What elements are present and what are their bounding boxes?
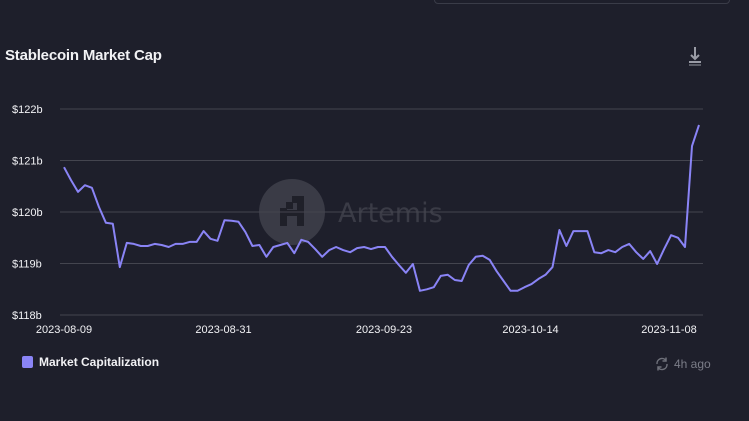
- updated-text: 4h ago: [674, 357, 711, 371]
- legend-item-market-cap[interactable]: Market Capitalization: [22, 355, 159, 369]
- refresh-icon[interactable]: [654, 356, 670, 372]
- x-tick-label: 2023-08-09: [36, 324, 92, 336]
- legend-label: Market Capitalization: [39, 355, 160, 369]
- x-tick-label: 2023-11-08: [641, 324, 696, 336]
- last-updated: 4h ago: [654, 356, 711, 372]
- y-tick-label: $122b: [12, 104, 43, 116]
- y-tick-label: $118b: [12, 310, 42, 322]
- y-tick-label: $119b: [12, 259, 42, 271]
- x-tick-label: 2023-08-31: [195, 324, 251, 336]
- y-tick-label: $120b: [12, 207, 43, 219]
- y-tick-label: $121b: [12, 156, 43, 168]
- x-tick-label: 2023-09-23: [356, 324, 412, 336]
- x-tick-label: 2023-10-14: [502, 324, 558, 336]
- watermark-text: Artemis: [338, 198, 443, 229]
- legend-swatch: [22, 356, 33, 368]
